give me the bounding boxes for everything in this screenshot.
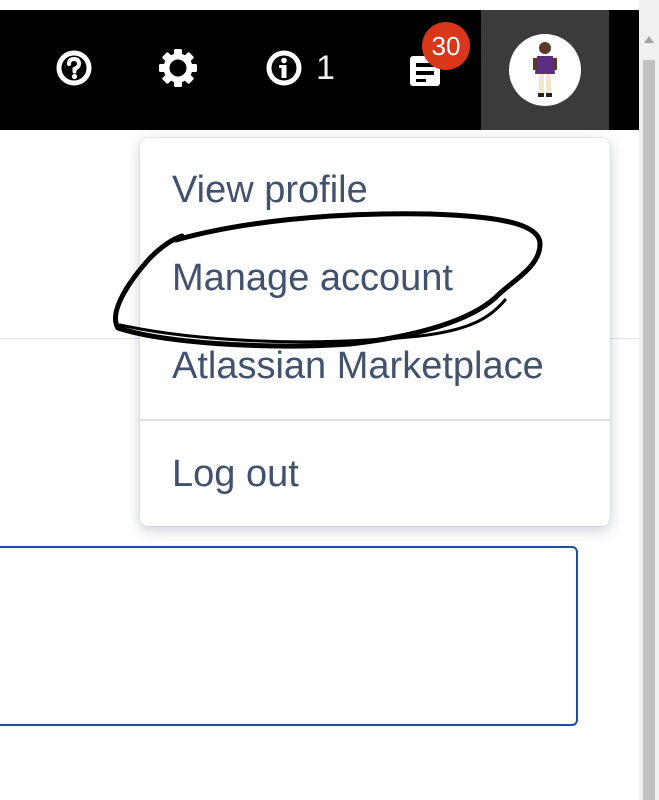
menu-item-view-profile[interactable]: View profile [140,150,610,230]
profile-menu-button[interactable] [481,10,609,130]
vertical-scrollbar[interactable] [639,0,659,800]
user-avatar [509,34,581,106]
scrollbar-thumb[interactable] [643,60,655,800]
gear-icon [159,49,197,87]
help-button[interactable] [52,46,96,90]
info-circle-icon [266,50,302,86]
menu-item-manage-account[interactable]: Manage account [140,238,610,318]
top-strip [0,0,639,10]
scroll-up-arrow-icon[interactable] [644,36,654,43]
profile-dropdown-menu: View profile Manage account Atlassian Ma… [140,138,610,526]
text-input-area[interactable] [0,546,578,726]
menu-item-atlassian-marketplace[interactable]: Atlassian Marketplace [140,326,610,406]
menu-item-log-out[interactable]: Log out [140,434,610,514]
user-avatar-image [533,42,557,97]
info-count: 1 [316,49,335,87]
settings-button[interactable] [156,46,200,90]
notifications-badge: 30 [422,22,470,70]
menu-separator [140,419,610,421]
info-button[interactable] [262,46,306,90]
question-circle-icon [56,50,92,86]
